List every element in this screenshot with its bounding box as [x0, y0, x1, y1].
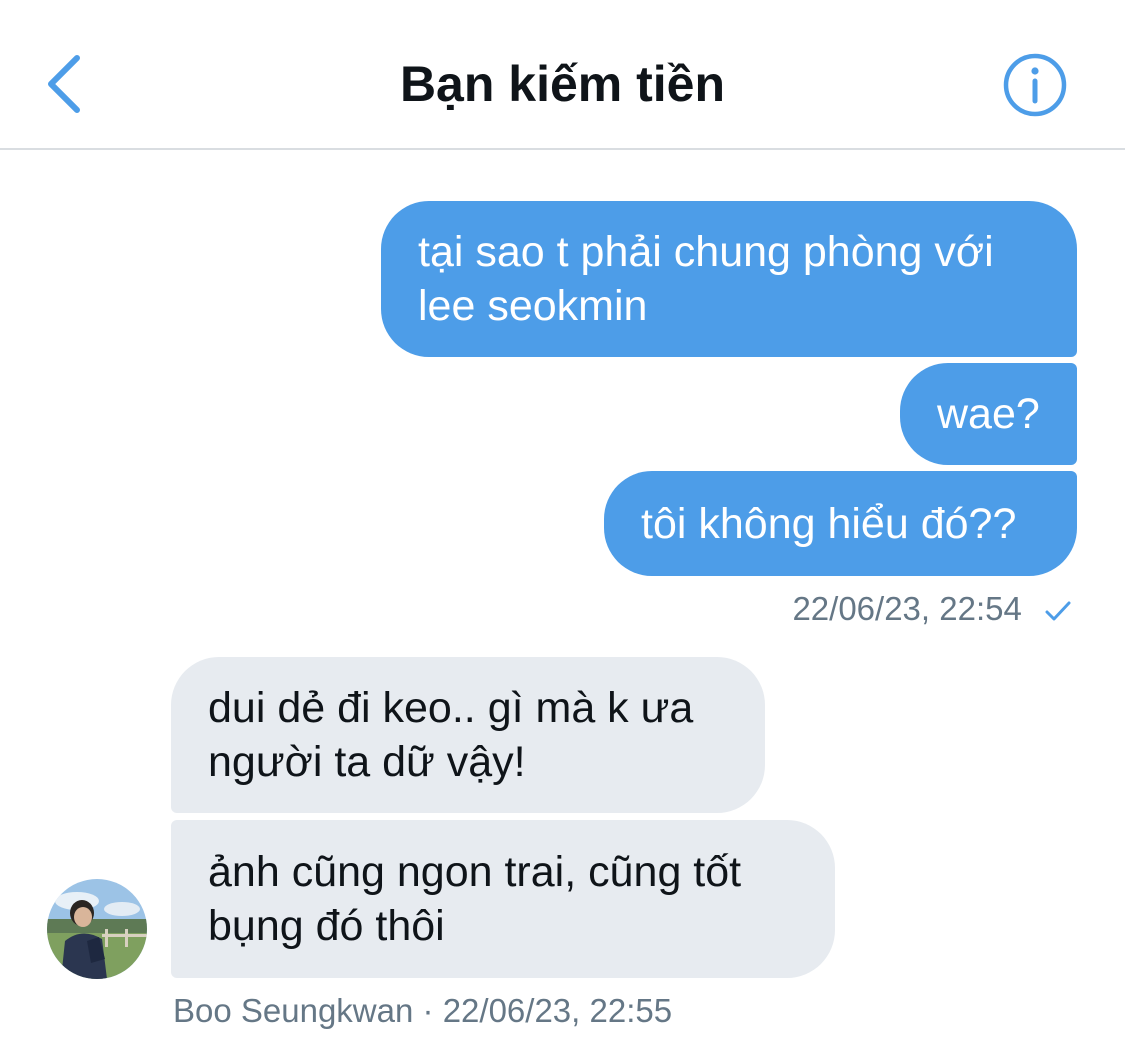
message-line: dui dẻ đi keo.. gì mà k ưa — [208, 684, 694, 732]
message-bubble-sent[interactable]: tại sao t phải chung phòng với lee seokm… — [381, 201, 1077, 357]
sender-name: Boo Seungkwan — [173, 992, 414, 1029]
message-bubble-sent[interactable]: tôi không hiểu đó?? — [604, 471, 1077, 576]
checkmark-icon — [1045, 601, 1071, 621]
sent-message-meta: 22/06/23, 22:54 — [792, 589, 1071, 629]
message-bubble-received[interactable]: dui dẻ đi keo.. gì mà k ưa người ta dữ v… — [171, 657, 765, 813]
message-line: tôi không hiểu đó?? — [641, 499, 1017, 548]
info-icon — [1003, 53, 1067, 117]
message-line: người ta dữ vậy! — [208, 738, 526, 786]
message-timestamp: 22/06/23, 22:54 — [792, 590, 1022, 627]
info-button[interactable] — [1000, 50, 1070, 120]
message-text: ảnh cũng ngon trai, cũng tốt bụng đó thô… — [208, 845, 741, 953]
message-line: wae? — [937, 390, 1040, 438]
message-line: lee seokmin — [418, 282, 648, 330]
message-line: tại sao t phải chung phòng với — [418, 228, 994, 276]
message-line: bụng đó thôi — [208, 902, 445, 950]
avatar-photo — [47, 879, 147, 979]
avatar[interactable] — [47, 879, 147, 979]
received-message-meta: Boo Seungkwan · 22/06/23, 22:55 — [173, 991, 672, 1031]
message-bubble-received[interactable]: ảnh cũng ngon trai, cũng tốt bụng đó thô… — [171, 820, 835, 978]
message-timestamp: 22/06/23, 22:55 — [442, 992, 673, 1029]
message-text: dui dẻ đi keo.. gì mà k ưa người ta dữ v… — [208, 681, 693, 789]
conversation-header: Bạn kiếm tiền — [0, 0, 1125, 150]
message-line: ảnh cũng ngon trai, cũng tốt — [208, 848, 742, 896]
conversation-title: Bạn kiếm tiền — [399, 56, 726, 112]
message-text: tại sao t phải chung phòng với lee seokm… — [418, 225, 994, 333]
message-bubble-sent[interactable]: wae? — [900, 363, 1077, 465]
meta-separator: · — [422, 992, 434, 1029]
